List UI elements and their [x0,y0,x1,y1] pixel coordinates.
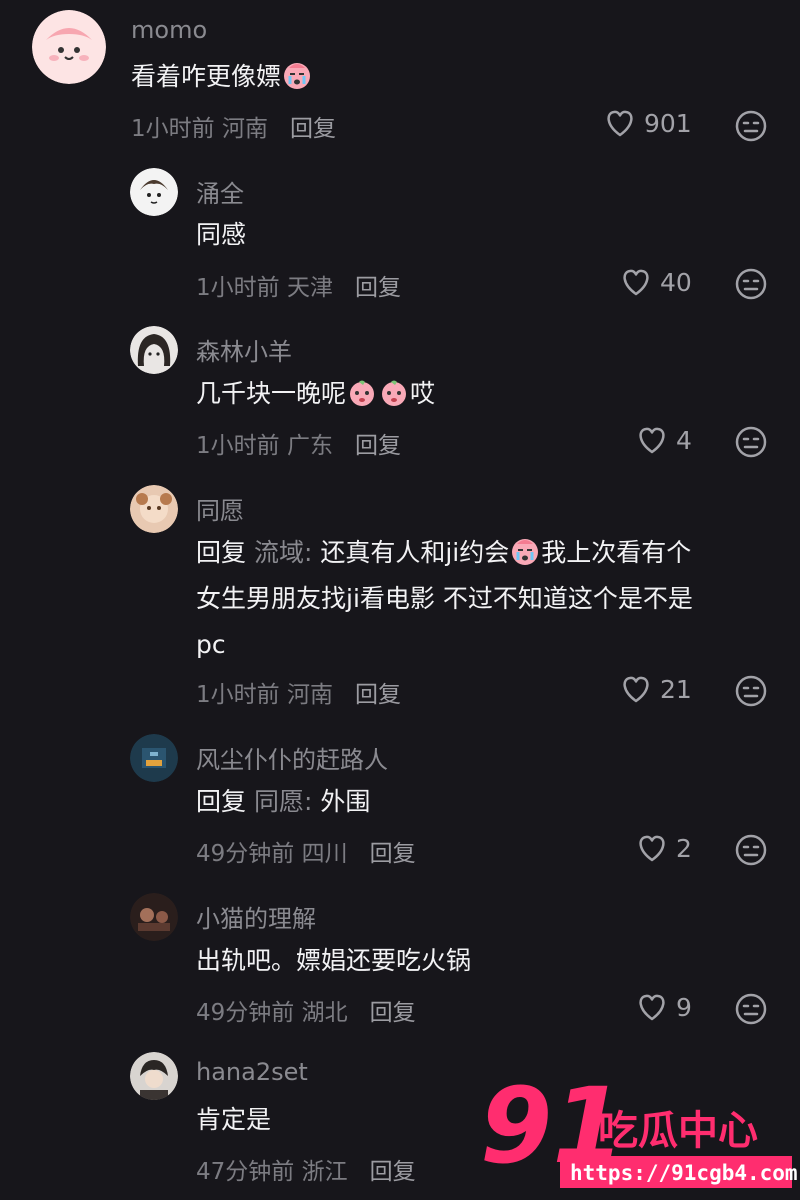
comment-text: 看着咋更像嫖 [131,54,313,99]
avatar[interactable] [32,10,106,84]
like-count: 40 [660,267,692,297]
comment-meta: 49分钟前 湖北 回复 [196,1000,416,1026]
dislike-icon[interactable] [735,110,767,142]
like-count: 9 [676,992,692,1022]
avatar[interactable] [130,168,178,216]
reply-button[interactable]: 回复 [355,682,401,708]
dislike-icon[interactable] [735,426,767,458]
reply-button[interactable]: 回复 [355,275,401,301]
reply-button[interactable]: 回复 [370,1159,416,1185]
crying-emoji-icon [512,539,539,565]
like-button[interactable]: 9 [636,992,692,1022]
comment-meta: 1小时前 天津 回复 [196,275,401,301]
like-button[interactable]: 40 [620,267,692,297]
like-count: 21 [660,674,692,704]
reply-button[interactable]: 回复 [370,841,416,867]
comment-meta: 47分钟前 浙江 回复 [196,1159,416,1185]
avatar[interactable] [130,326,178,374]
comment-text: 回复 同愿: 外围 [196,787,371,816]
comment-username[interactable]: hana2set [196,1058,308,1086]
heart-icon [623,269,649,296]
avatar[interactable] [130,1052,178,1100]
like-count: 2 [676,833,692,863]
site-watermark: 91 吃瓜中心 https://91cgb4.com [478,1065,798,1196]
comment-text-line: pc [196,630,226,659]
peach-emoji-icon [350,380,375,406]
heart-icon [639,427,665,454]
like-count: 901 [644,108,692,138]
heart-icon [639,835,665,862]
comment-text-line: 回复 流域: 还真有人和ji约会 我上次看有个 [196,538,692,567]
dislike-icon[interactable] [735,268,767,300]
heart-icon [639,994,665,1021]
comment-text: 几千块一晚呢哎 [196,379,436,408]
dislike-icon[interactable] [735,993,767,1025]
comment-username[interactable]: 涌全 [196,174,244,209]
peach-emoji-icon [382,380,407,406]
comment-username[interactable]: 森林小羊 [196,332,292,367]
comment-text: 肯定是 [196,1105,272,1134]
comment-meta: 49分钟前 四川 回复 [196,841,416,867]
comment-username[interactable]: momo [131,16,207,44]
comment-meta: 1小时前 河南 回复 [131,116,336,142]
watermark-url: https://91cgb4.com [570,1161,798,1185]
reply-button[interactable]: 回复 [290,116,336,142]
comment-text: 出轨吧。嫖娼还要吃火锅 [196,946,472,975]
like-count: 4 [676,425,692,455]
mention-link[interactable]: 同愿: [254,787,312,816]
heart-icon [607,110,633,137]
reply-button[interactable]: 回复 [370,1000,416,1026]
comment-username[interactable]: 风尘仆仆的赶路人 [196,740,388,775]
avatar[interactable] [130,734,178,782]
heart-icon [623,676,649,703]
comment-meta: 1小时前 广东 回复 [196,433,401,459]
comment-text-line: 女生男朋友找ji看电影 不过不知道这个是不是 [196,584,693,613]
crying-emoji-icon [284,63,311,89]
comment-username[interactable]: 小猫的理解 [196,899,316,934]
avatar[interactable] [130,485,178,533]
like-button[interactable]: 2 [636,833,692,863]
comment-username[interactable]: 同愿 [196,491,244,526]
like-button[interactable]: 901 [604,108,692,138]
like-button[interactable]: 21 [620,674,692,704]
dislike-icon[interactable] [735,675,767,707]
dislike-icon[interactable] [735,834,767,866]
reply-button[interactable]: 回复 [355,433,401,459]
mention-link[interactable]: 流域: [254,538,312,567]
like-button[interactable]: 4 [636,425,692,455]
watermark-brand: 吃瓜中心 [598,1108,758,1154]
comment-text: 同感 [196,220,247,249]
avatar[interactable] [130,893,178,941]
comment-meta: 1小时前 河南 回复 [196,682,401,708]
